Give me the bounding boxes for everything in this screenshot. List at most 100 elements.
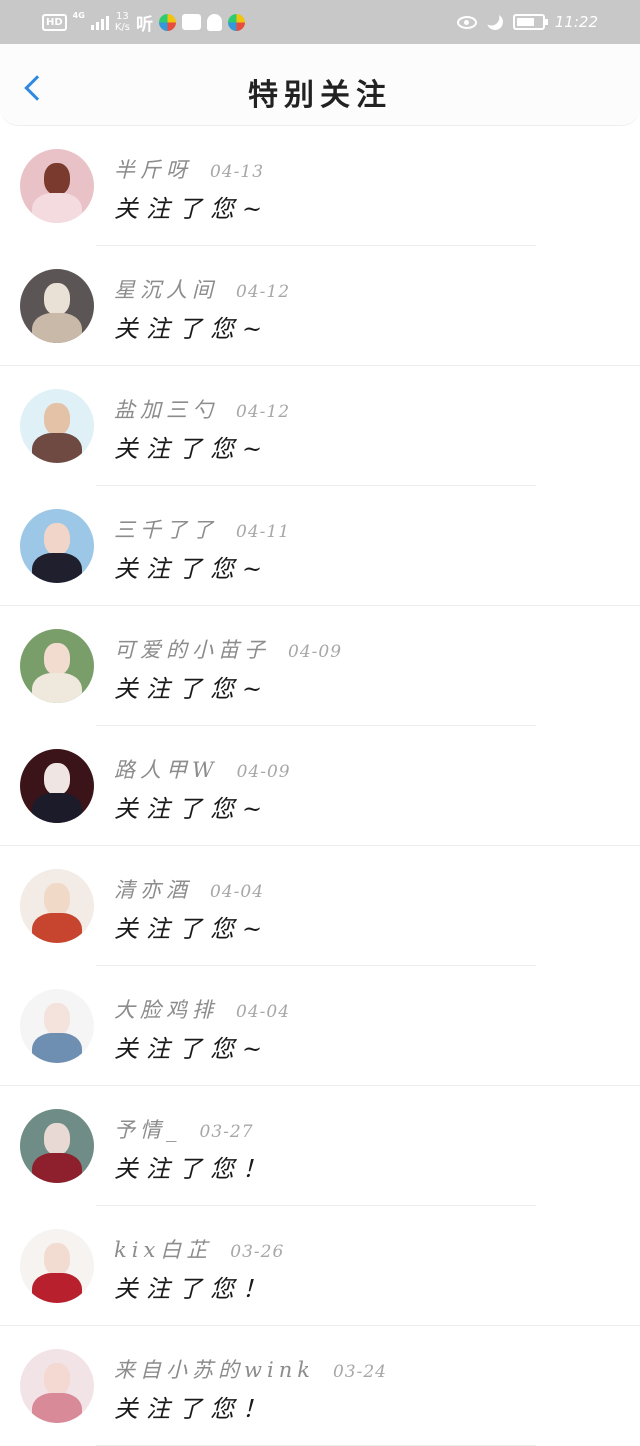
name-row: kix白芷 03-26 — [114, 1234, 284, 1264]
avatar-body — [32, 1273, 82, 1303]
list-item[interactable]: 予情_ 03-27 关注了您！ — [0, 1086, 640, 1206]
avatar-face — [44, 523, 70, 555]
follow-date: 04-12 — [236, 282, 291, 302]
do-not-disturb-icon — [485, 12, 506, 33]
avatar-body — [32, 553, 82, 583]
network-speed: 13 K/s — [115, 11, 130, 33]
follow-message: 关注了您！ — [114, 1395, 274, 1423]
follow-date: 03-24 — [332, 1362, 387, 1382]
list-item[interactable]: 盐加三勺 04-12 关注了您~ — [0, 366, 640, 486]
list-item[interactable]: 来自小苏的wink 03-24 关注了您！ — [0, 1326, 640, 1446]
avatar-face — [44, 1003, 70, 1035]
avatar[interactable] — [20, 869, 94, 943]
follow-date: 04-13 — [210, 162, 265, 182]
name-row: 大脸鸡排 04-04 — [114, 994, 290, 1024]
avatar[interactable] — [20, 509, 94, 583]
avatar-face — [44, 1243, 70, 1275]
app-browser-icon-2 — [227, 13, 245, 31]
user-name[interactable]: 来自小苏的wink — [114, 1354, 315, 1384]
avatar-body — [32, 673, 82, 703]
user-name[interactable]: 予情_ — [114, 1114, 182, 1144]
avatar[interactable] — [20, 269, 94, 343]
user-name[interactable]: 路人甲W — [114, 754, 219, 784]
list-item[interactable]: kix白芷 03-26 关注了您！ — [0, 1206, 640, 1326]
avatar-face — [44, 1363, 70, 1395]
user-name[interactable]: kix白芷 — [114, 1234, 212, 1264]
header-bar: 特别关注 — [0, 44, 640, 126]
follow-message: 关注了您~ — [114, 675, 271, 703]
user-name[interactable]: 半斤呀 — [114, 154, 192, 184]
avatar-face — [44, 163, 70, 195]
name-row: 可爱的小苗子 04-09 — [114, 634, 342, 664]
follow-date: 04-11 — [236, 522, 291, 542]
avatar[interactable] — [20, 989, 94, 1063]
user-name[interactable]: 三千了了 — [114, 514, 218, 544]
status-time: 11:22 — [554, 13, 598, 31]
app-ting-icon: 听 — [135, 14, 153, 35]
avatar-face — [44, 403, 70, 435]
user-name[interactable]: 星沉人间 — [114, 274, 218, 304]
avatar[interactable] — [20, 389, 94, 463]
name-row: 盐加三勺 04-12 — [114, 394, 290, 424]
name-row: 半斤呀 04-13 — [114, 154, 264, 184]
avatar-body — [32, 913, 82, 943]
list-item[interactable]: 三千了了 04-11 关注了您~ — [0, 486, 640, 606]
avatar[interactable] — [20, 149, 94, 223]
avatar-body — [32, 1393, 82, 1423]
name-row: 路人甲W 04-09 — [114, 754, 291, 784]
list-item[interactable]: 可爱的小苗子 04-09 关注了您~ — [0, 606, 640, 726]
user-name[interactable]: 可爱的小苗子 — [114, 634, 270, 664]
app-qq-icon — [206, 13, 222, 31]
eye-comfort-icon — [456, 15, 477, 29]
avatar-body — [32, 433, 82, 463]
follow-message: 关注了您~ — [114, 915, 271, 943]
list-item[interactable]: 半斤呀 04-13 关注了您~ — [0, 126, 640, 246]
follow-date: 04-04 — [210, 882, 265, 902]
name-row: 来自小苏的wink 03-24 — [114, 1354, 387, 1384]
avatar-body — [32, 1033, 82, 1063]
avatar-face — [44, 883, 70, 915]
avatar[interactable] — [20, 1229, 94, 1303]
avatar-face — [44, 643, 70, 675]
follow-message: 关注了您~ — [114, 195, 271, 223]
name-row: 清亦酒 04-04 — [114, 874, 264, 904]
avatar[interactable] — [20, 629, 94, 703]
follow-date: 04-09 — [288, 642, 343, 662]
user-name[interactable]: 盐加三勺 — [114, 394, 218, 424]
avatar[interactable] — [20, 1109, 94, 1183]
list-item[interactable]: 星沉人间 04-12 关注了您~ — [0, 246, 640, 366]
hd-badge: HD — [42, 13, 67, 31]
list-item[interactable]: 清亦酒 04-04 关注了您~ — [0, 846, 640, 966]
follow-date: 04-12 — [236, 402, 291, 422]
app-browser-icon — [158, 13, 176, 31]
app-mail-icon — [181, 14, 201, 30]
network-speed-unit: K/s — [114, 22, 130, 33]
follow-message: 关注了您！ — [114, 1275, 274, 1303]
avatar[interactable] — [20, 1349, 94, 1423]
user-name[interactable]: 清亦酒 — [114, 874, 192, 904]
list-item[interactable]: 大脸鸡排 04-04 关注了您~ — [0, 966, 640, 1086]
battery-icon — [512, 14, 548, 30]
follow-date: 03-26 — [230, 1242, 285, 1262]
avatar-body — [32, 793, 82, 823]
network-type-label: 4G — [72, 10, 85, 20]
user-name[interactable]: 大脸鸡排 — [114, 994, 218, 1024]
status-bar-left: HD 4G 13 K/s 听 — [42, 0, 245, 44]
avatar-body — [32, 193, 82, 223]
name-row: 三千了了 04-11 — [114, 514, 290, 544]
avatar[interactable] — [20, 749, 94, 823]
follow-message: 关注了您~ — [114, 435, 271, 463]
name-row: 予情_ 03-27 — [114, 1114, 254, 1144]
notification-list: 半斤呀 04-13 关注了您~ 星沉人间 04-12 关注了您~ 盐加三勺 04-12 关注了您… — [0, 126, 640, 1446]
follow-date: 04-04 — [236, 1002, 291, 1022]
list-item[interactable]: 路人甲W 04-09 关注了您~ — [0, 726, 640, 846]
name-row: 星沉人间 04-12 — [114, 274, 290, 304]
follow-message: 关注了您！ — [114, 1155, 274, 1183]
signal-icon — [90, 14, 109, 30]
follow-message: 关注了您~ — [114, 1035, 271, 1063]
follow-date: 04-09 — [236, 762, 291, 782]
follow-message: 关注了您~ — [114, 315, 271, 343]
follow-message: 关注了您~ — [114, 555, 271, 583]
avatar-face — [44, 283, 70, 315]
follow-message: 关注了您~ — [114, 795, 271, 823]
